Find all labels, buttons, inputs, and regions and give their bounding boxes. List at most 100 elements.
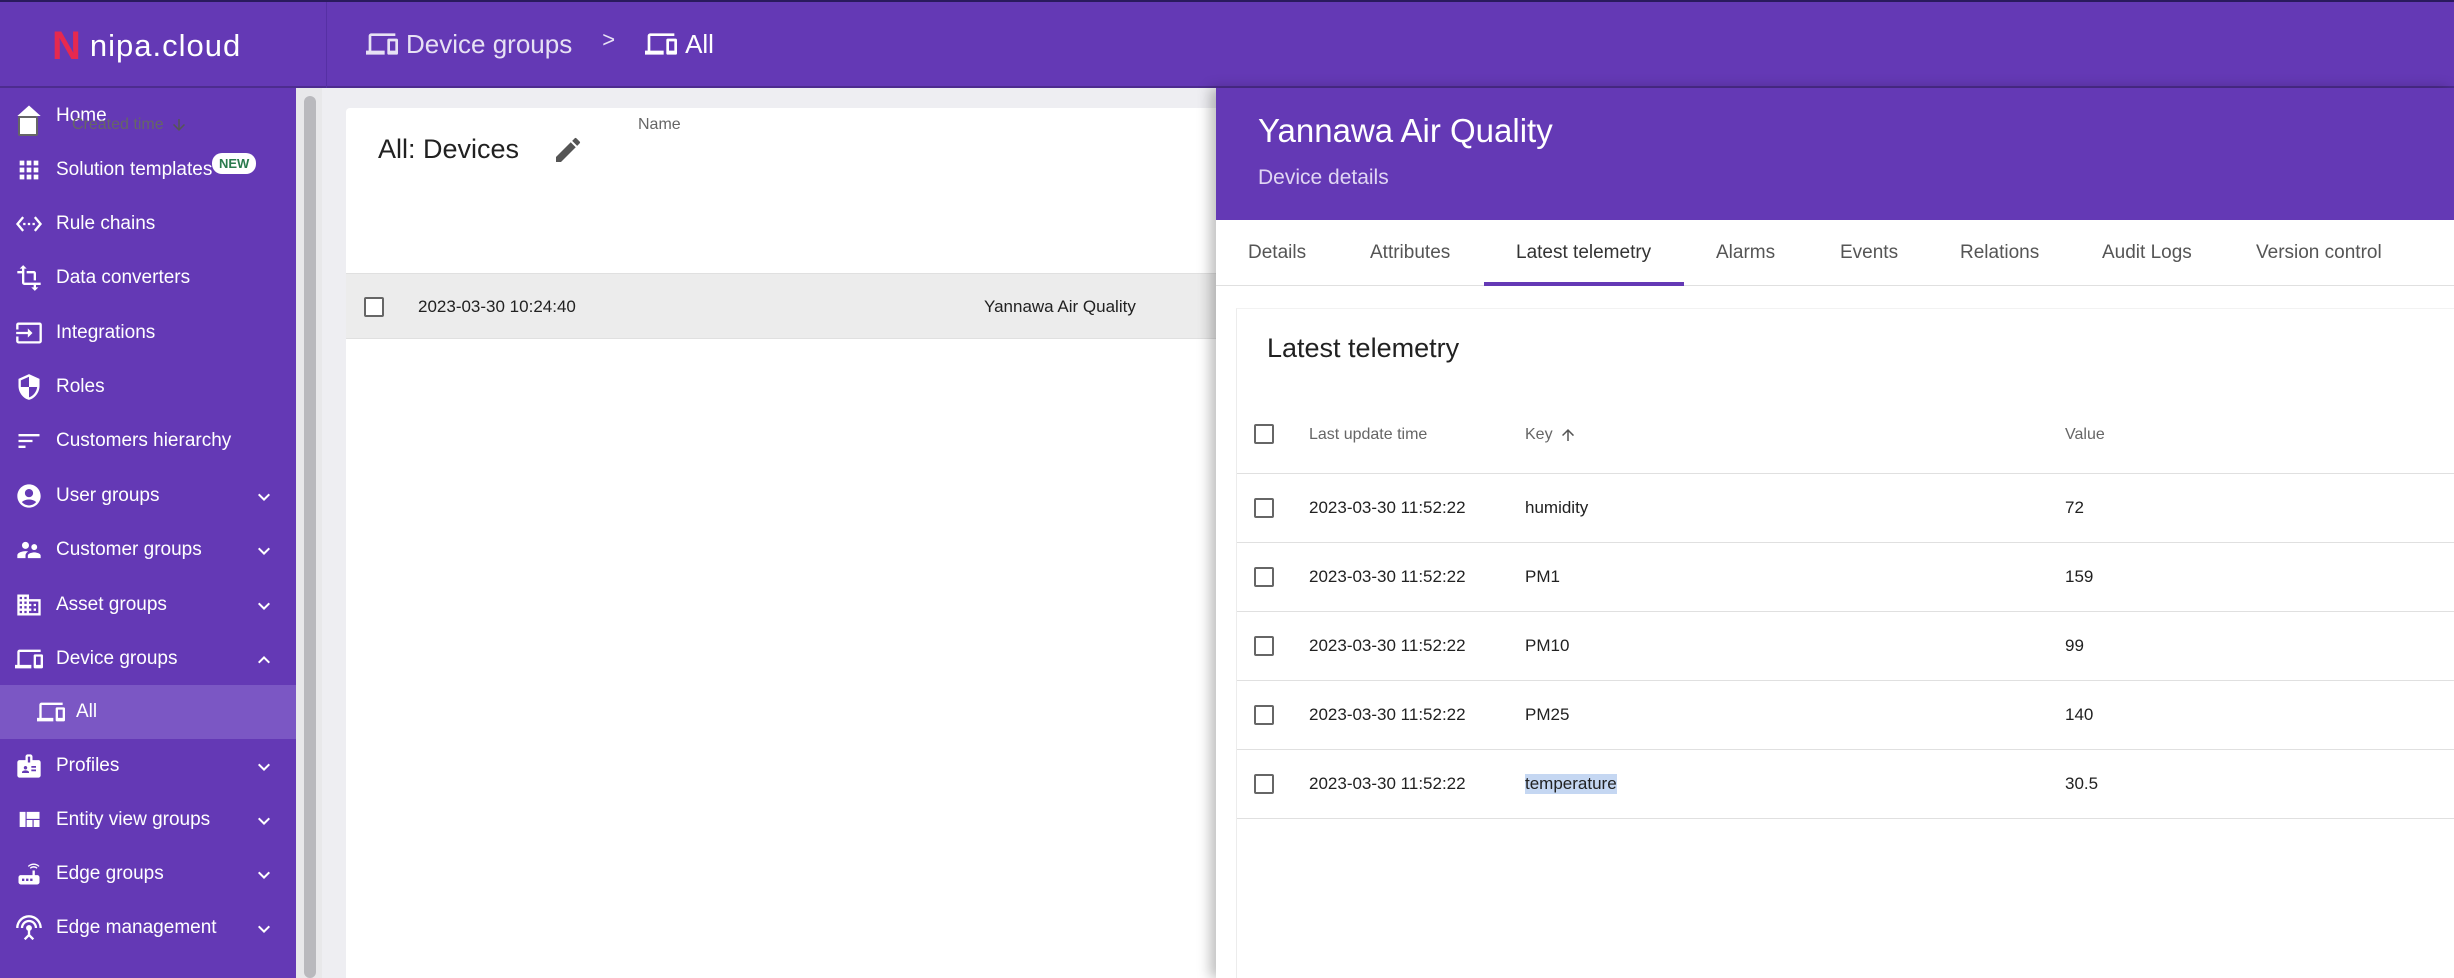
- top-bar: N nipa.cloud Device groups > All: [0, 0, 2454, 88]
- sidebar-item-edge-management[interactable]: Edge management: [0, 901, 296, 955]
- sidebar-item-device-groups[interactable]: Device groups: [0, 632, 296, 686]
- page-title: All: Devices: [378, 134, 520, 164]
- sidebar-item-integrations[interactable]: Integrations: [0, 306, 296, 360]
- column-name[interactable]: Name: [638, 116, 681, 134]
- row-value: 72: [2065, 498, 2084, 517]
- row-checkbox[interactable]: [1254, 774, 1274, 794]
- active-tab-indicator: [1484, 282, 1684, 286]
- sidebar-item-label: Customers hierarchy: [56, 430, 232, 451]
- sidebar-item-label: Solution templates: [56, 159, 213, 180]
- select-all-checkbox[interactable]: [1254, 424, 1274, 444]
- chevron-down-icon[interactable]: [252, 755, 276, 779]
- badge-icon: [14, 752, 44, 780]
- tab-latest-telemetry[interactable]: Latest telemetry: [1516, 220, 1651, 286]
- sidebar-item-solution-templates[interactable]: Solution templates NEW: [0, 143, 296, 197]
- row-time: 2023-03-30 11:52:22: [1309, 636, 1466, 655]
- sidebar-item-label: All: [76, 701, 98, 722]
- column-key[interactable]: Key: [1525, 426, 1577, 444]
- column-last-update-time[interactable]: Last update time: [1309, 426, 1427, 444]
- devices-icon: [366, 33, 398, 55]
- breadcrumb-label: All: [685, 28, 714, 59]
- sidebar-item-label: Integrations: [56, 322, 156, 343]
- view-quilt-icon: [14, 806, 44, 834]
- sidebar-item-user-groups[interactable]: User groups: [0, 469, 296, 523]
- row-value: 140: [2065, 705, 2094, 724]
- tab-version-control[interactable]: Version control: [2256, 220, 2382, 286]
- details-tabs: Details Attributes Latest telemetry Alar…: [1216, 220, 2454, 286]
- sidebar-item-label: Entity view groups: [56, 809, 211, 830]
- row-created-time: 2023-03-30 10:24:40: [418, 297, 576, 316]
- row-checkbox[interactable]: [1254, 636, 1274, 656]
- sidebar-item-label: Edge groups: [56, 863, 164, 884]
- row-time: 2023-03-30 11:52:22: [1309, 774, 1466, 793]
- sidebar-item-edge-groups[interactable]: Edge groups: [0, 847, 296, 901]
- edit-icon[interactable]: [552, 134, 584, 166]
- devices-icon: [645, 33, 678, 55]
- supervisor-icon: [14, 536, 44, 564]
- settings-input-antenna-icon: [14, 914, 44, 942]
- tab-alarms[interactable]: Alarms: [1716, 220, 1775, 286]
- sidebar-item-roles[interactable]: Roles: [0, 360, 296, 414]
- logo[interactable]: N nipa.cloud: [52, 26, 241, 66]
- row-checkbox[interactable]: [1254, 705, 1274, 725]
- sidebar-item-rule-chains[interactable]: Rule chains: [0, 197, 296, 251]
- sidebar-item-entity-view-groups[interactable]: Entity view groups: [0, 793, 296, 847]
- sidebar-item-customer-groups[interactable]: Customer groups: [0, 523, 296, 577]
- tab-audit-logs[interactable]: Audit Logs: [2102, 220, 2192, 286]
- chevron-down-icon[interactable]: [252, 917, 276, 941]
- column-label: Key: [1525, 426, 1553, 444]
- sidebar-item-label: Roles: [56, 376, 105, 397]
- account-circle-icon: [14, 482, 44, 510]
- row-key-selected-text: temperature: [1525, 774, 1617, 794]
- column-label: Created time: [72, 116, 164, 134]
- details-subtitle: Device details: [1258, 166, 1389, 189]
- sidebar-item-label: Edge management: [56, 917, 217, 938]
- row-name: Yannawa Air Quality: [984, 297, 1136, 316]
- devices-icon: [36, 698, 66, 726]
- sidebar-item-label: Customer groups: [56, 539, 202, 560]
- sort-icon: [14, 427, 44, 455]
- device-details-panel: Yannawa Air Quality Device details Detai…: [1216, 88, 2454, 978]
- divider: [326, 2, 327, 88]
- table-row[interactable]: 2023-03-30 11:52:22 temperature 30.5: [1237, 750, 2454, 819]
- shield-icon: [14, 373, 44, 401]
- row-key: PM10: [1525, 636, 1570, 655]
- sidebar-item-data-converters[interactable]: Data converters: [0, 251, 296, 305]
- sidebar-scrollbar[interactable]: [304, 96, 316, 978]
- row-value: 30.5: [2065, 774, 2099, 793]
- row-time: 2023-03-30 11:52:22: [1309, 567, 1466, 586]
- details-title: Yannawa Air Quality: [1258, 112, 1553, 149]
- sidebar-item-profiles[interactable]: Profiles: [0, 739, 296, 793]
- chevron-down-icon[interactable]: [252, 594, 276, 618]
- tab-relations[interactable]: Relations: [1960, 220, 2039, 286]
- column-value[interactable]: Value: [2065, 426, 2105, 444]
- select-all-checkbox[interactable]: [18, 116, 38, 136]
- chevron-down-icon[interactable]: [252, 485, 276, 509]
- table-row[interactable]: 2023-03-30 11:52:22 PM10 99: [1237, 612, 2454, 681]
- row-checkbox[interactable]: [364, 297, 384, 317]
- sidebar-item-label: User groups: [56, 485, 160, 506]
- table-row[interactable]: 2023-03-30 11:52:22 humidity 72: [1237, 474, 2454, 543]
- router-icon: [14, 860, 44, 888]
- sidebar-item-customers-hierarchy[interactable]: Customers hierarchy: [0, 414, 296, 468]
- logo-text: nipa.cloud: [89, 28, 242, 63]
- column-created-time[interactable]: Created time: [72, 116, 188, 134]
- tab-details[interactable]: Details: [1248, 220, 1306, 286]
- devices-icon: [14, 645, 44, 673]
- sidebar-item-all[interactable]: All: [0, 685, 296, 739]
- row-checkbox[interactable]: [1254, 567, 1274, 587]
- chevron-up-icon[interactable]: [252, 648, 276, 672]
- sidebar-item-asset-groups[interactable]: Asset groups: [0, 578, 296, 632]
- telemetry-title: Latest telemetry: [1267, 333, 1460, 363]
- row-checkbox[interactable]: [1254, 498, 1274, 518]
- chevron-down-icon[interactable]: [252, 539, 276, 563]
- tab-events[interactable]: Events: [1840, 220, 1898, 286]
- breadcrumb-device-groups[interactable]: Device groups: [366, 28, 572, 60]
- chevron-down-icon[interactable]: [252, 863, 276, 887]
- table-row[interactable]: 2023-03-30 11:52:22 PM1 159: [1237, 543, 2454, 612]
- chevron-down-icon[interactable]: [252, 809, 276, 833]
- tab-attributes[interactable]: Attributes: [1370, 220, 1450, 286]
- breadcrumb-all[interactable]: All: [645, 28, 714, 60]
- row-value: 159: [2065, 567, 2094, 586]
- table-row[interactable]: 2023-03-30 11:52:22 PM25 140: [1237, 681, 2454, 750]
